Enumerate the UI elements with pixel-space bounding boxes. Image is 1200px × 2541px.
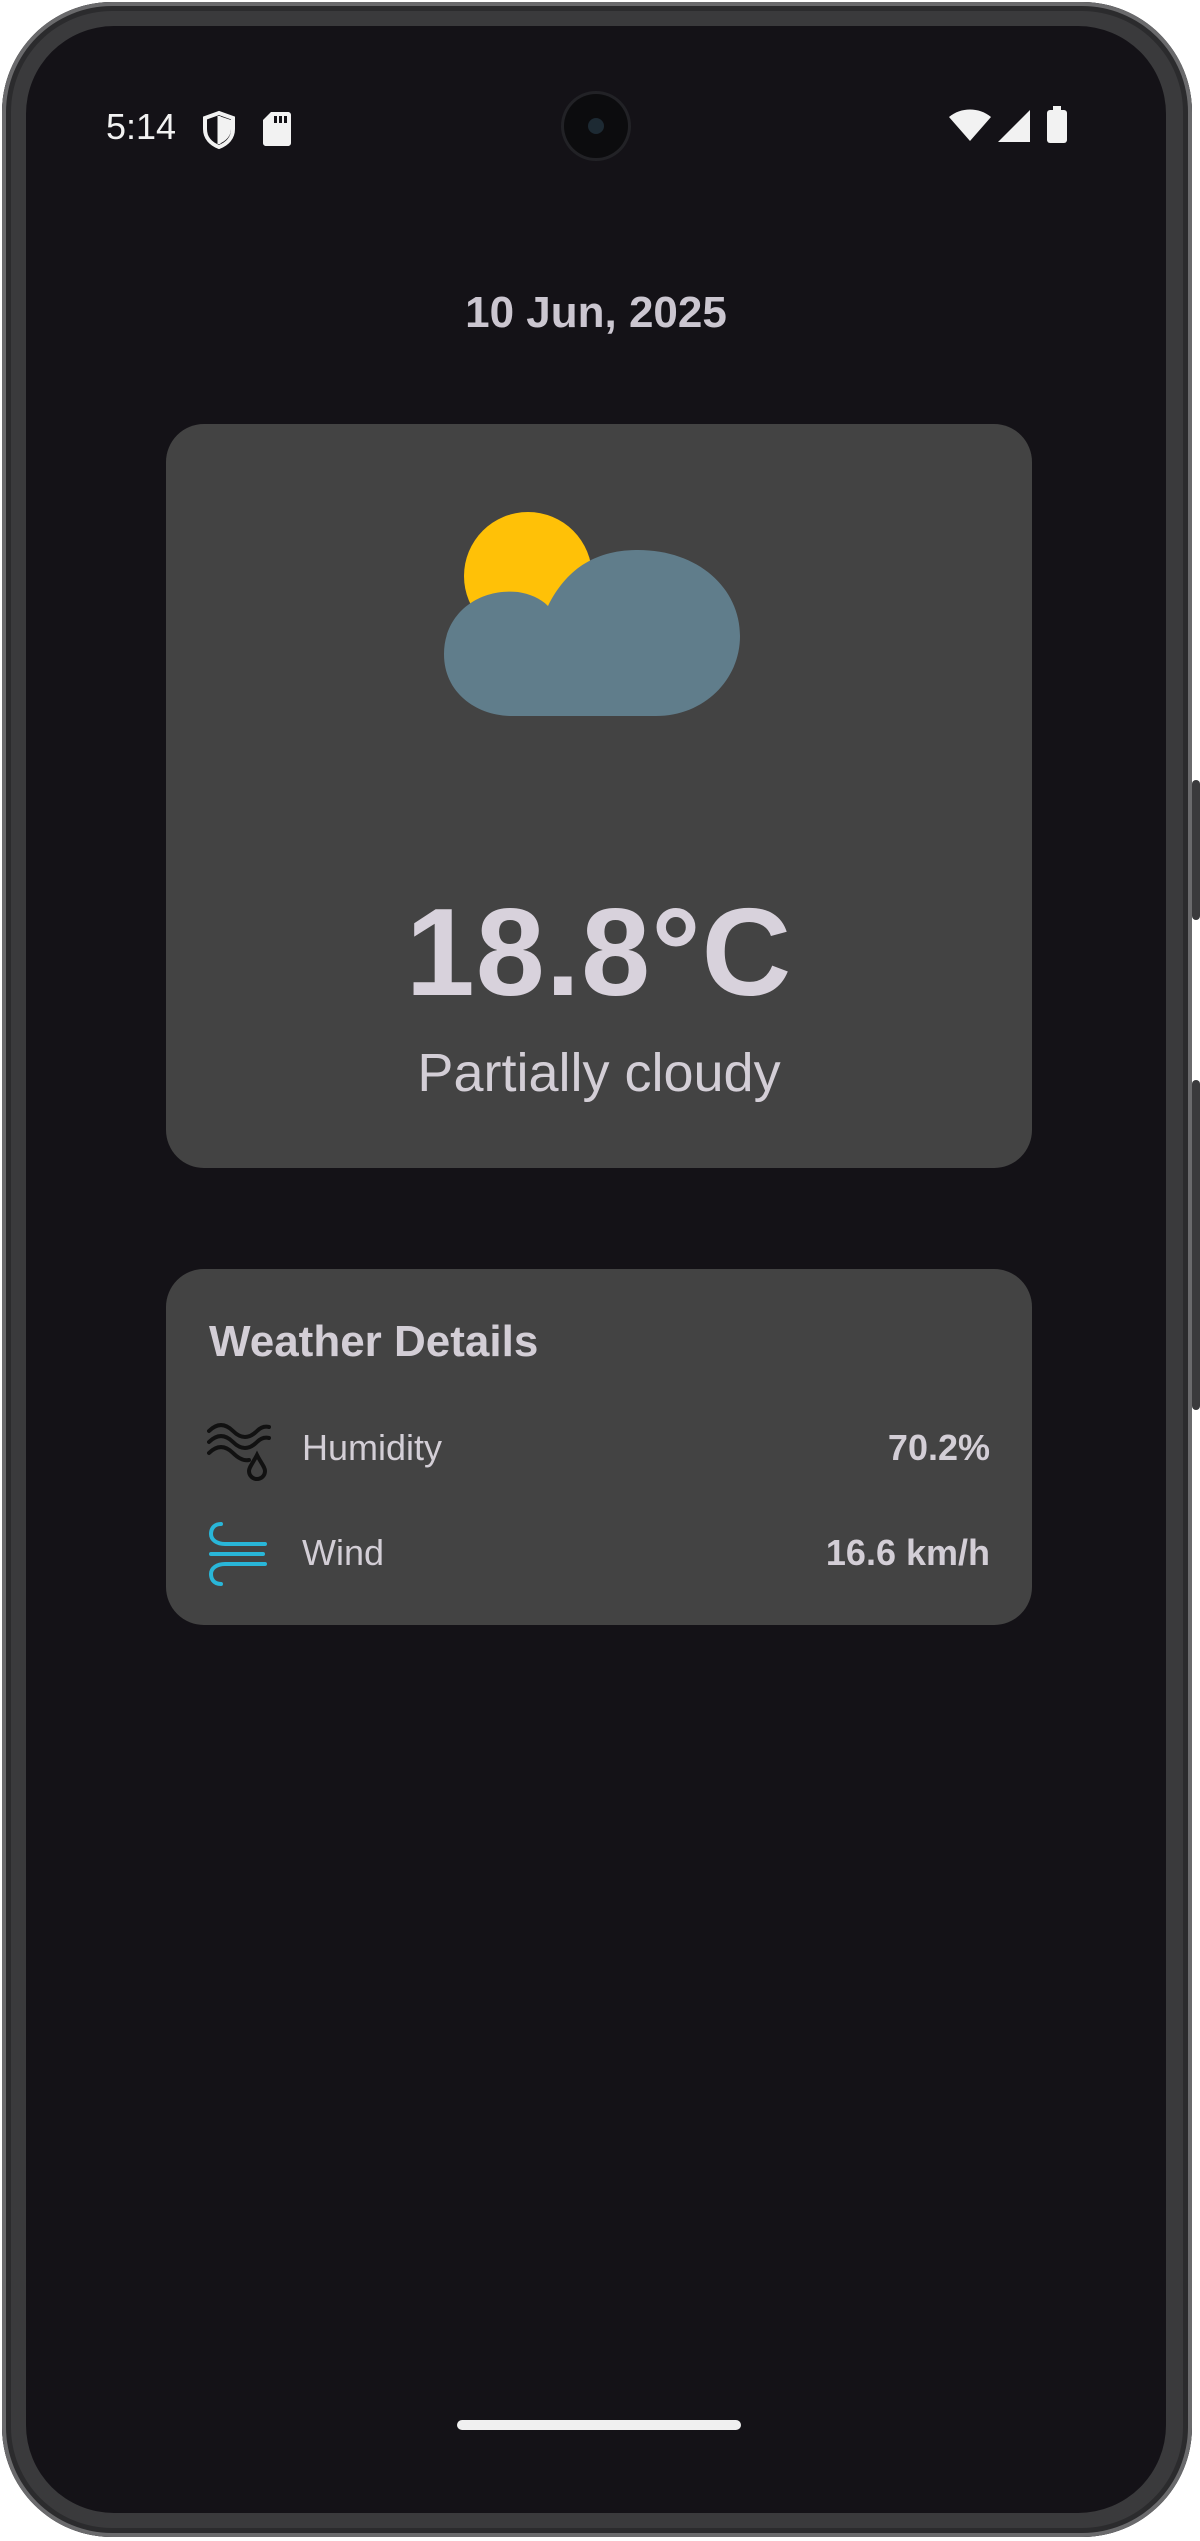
signal-icon [998, 110, 1030, 142]
app-screen: 5:14 10 Jun, 2025 18.8°C Partially cloud… [26, 26, 1166, 2513]
shield-icon [203, 110, 235, 150]
weather-condition: Partially cloudy [417, 1043, 781, 1103]
partly-cloudy-icon [444, 512, 740, 716]
status-time: 5:14 [106, 106, 177, 147]
temperature-value: 18.8°C [405, 884, 793, 1022]
detail-label: Wind [302, 1532, 385, 1573]
date-label: 10 Jun, 2025 [465, 288, 727, 337]
current-weather-card: 18.8°C Partially cloudy [166, 424, 1032, 1168]
front-camera [564, 94, 628, 158]
power-button [1192, 780, 1200, 920]
detail-value: 16.6 km/h [825, 1532, 990, 1573]
wifi-icon [949, 109, 991, 141]
status-bar: 5:14 [26, 26, 1166, 226]
details-title: Weather Details [209, 1317, 539, 1366]
battery-icon [1047, 106, 1067, 143]
weather-details-card: Weather Details Humidity 70.2% Wind 16.6… [166, 1269, 1032, 1625]
phone-device: 5:14 10 Jun, 2025 18.8°C Partially cloud… [0, 0, 1200, 2541]
detail-value: 70.2% [887, 1427, 990, 1468]
camera-lens [588, 118, 604, 134]
sd-card-icon [263, 112, 291, 146]
detail-label: Humidity [302, 1427, 443, 1468]
detail-row-humidity: Humidity 70.2% [166, 1409, 1032, 1489]
volume-button [1192, 1080, 1200, 1410]
gesture-nav-handle[interactable] [457, 2420, 741, 2430]
detail-row-wind: Wind 16.6 km/h [166, 1514, 1032, 1594]
humidity-icon [207, 1423, 271, 1481]
wind-icon [208, 1522, 267, 1586]
